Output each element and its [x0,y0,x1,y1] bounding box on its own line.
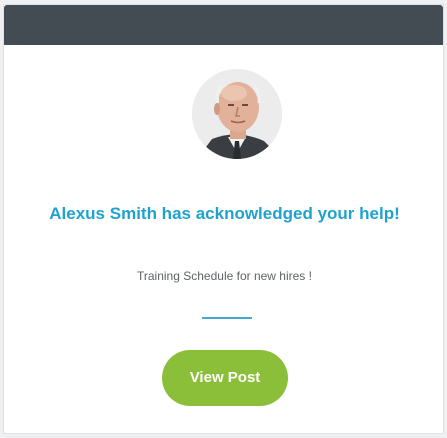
divider-line [202,317,252,319]
card-header-bar [4,5,443,45]
acknowledgement-headline: Alexus Smith has acknowledged your help! [49,204,400,223]
post-title: Training Schedule for new hires ! [137,269,312,283]
email-background: Alexus Smith has acknowledged your help!… [0,0,447,438]
notification-card: Alexus Smith has acknowledged your help!… [3,4,444,434]
user-avatar [192,69,282,159]
avatar-photo-icon [192,69,282,159]
view-post-button[interactable]: View Post [162,350,288,406]
